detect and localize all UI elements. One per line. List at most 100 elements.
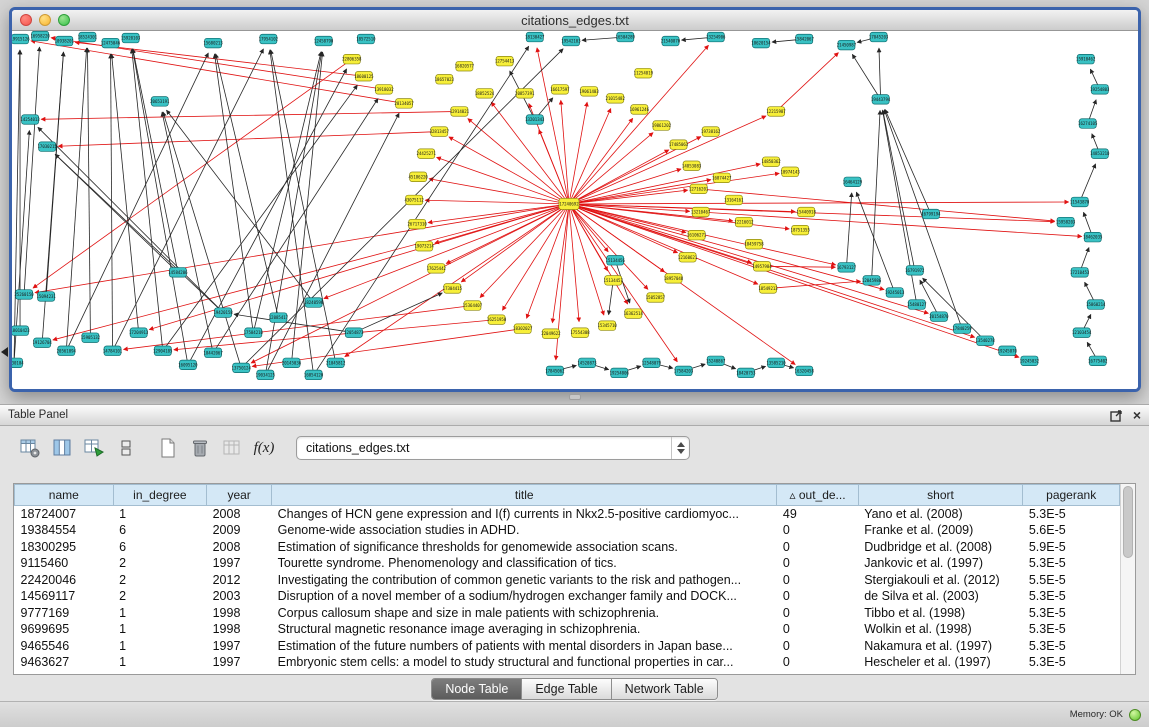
graph-node[interactable]: 16775402	[1088, 356, 1108, 366]
graph-node[interactable]: 15052857	[646, 293, 666, 303]
graph-node[interactable]: 20653191	[150, 97, 170, 107]
graph-edge[interactable]	[113, 49, 264, 351]
tab-edge-table[interactable]: Edge Table	[522, 679, 611, 699]
graph-node[interactable]: 13201343	[525, 115, 545, 125]
table-row[interactable]: 2242004622012Investigating the contribut…	[15, 572, 1120, 589]
graph-node[interactable]: 15345710	[598, 321, 618, 331]
graph-node[interactable]: 19861202	[652, 121, 672, 131]
graph-edge[interactable]	[354, 293, 442, 333]
graph-node[interactable]: 14784101	[103, 346, 123, 356]
graph-edge[interactable]	[428, 204, 569, 223]
graph-edge[interactable]	[58, 132, 439, 147]
graph-node[interactable]: 17485063	[669, 140, 689, 150]
graph-node[interactable]: 19126704	[32, 338, 52, 348]
graph-node[interactable]: 18462035	[1083, 232, 1103, 242]
graph-node[interactable]: 18524301	[78, 32, 98, 42]
graph-node[interactable]: 14584206	[168, 268, 188, 278]
graph-node[interactable]: 18620154	[751, 38, 771, 48]
table-row[interactable]: 911546021997Tourette syndrome. Phenomeno…	[15, 555, 1120, 572]
splitter-handle[interactable]	[569, 394, 581, 400]
graph-edge[interactable]	[437, 157, 569, 204]
graph-node[interactable]: 13918032	[374, 85, 394, 95]
graph-node[interactable]: 17840259	[952, 324, 972, 334]
graph-node[interactable]: 19738162	[701, 127, 721, 137]
graph-edge[interactable]	[569, 173, 779, 204]
graph-node[interactable]: 15094231	[37, 292, 57, 302]
graph-edge[interactable]	[569, 150, 669, 204]
graph-edge[interactable]	[872, 110, 880, 280]
graph-node[interactable]: 28134057	[394, 99, 414, 109]
graph-node[interactable]: 12045986	[862, 276, 882, 286]
zoom-window-button[interactable]	[58, 14, 70, 26]
column-header[interactable]: ▵ out_de...	[777, 485, 858, 506]
graph-node[interactable]: 16251950	[487, 315, 507, 325]
graph-node[interactable]: 18751355	[791, 225, 811, 235]
graph-node[interactable]: 16274105	[1078, 119, 1098, 129]
graph-node[interactable]: 20857391	[515, 89, 535, 99]
graph-node[interactable]: 16874427	[712, 173, 732, 183]
graph-node[interactable]: 12754413	[495, 56, 515, 66]
graph-edge[interactable]	[569, 202, 1069, 204]
graph-node[interactable]: 43075112	[404, 195, 424, 205]
graph-node[interactable]: 12904185	[153, 346, 173, 356]
graph-node[interactable]: 17554308	[570, 328, 590, 338]
graph-node[interactable]: 12914021	[450, 107, 470, 117]
table-row[interactable]: 969969511998Structural magnetic resonanc…	[15, 621, 1120, 638]
graph-edge[interactable]	[920, 280, 939, 316]
graph-edge[interactable]	[539, 130, 569, 204]
graph-node[interactable]: 17030215	[38, 142, 58, 152]
graph-node[interactable]: 17845062	[545, 366, 565, 376]
show-columns-icon[interactable]	[48, 435, 76, 461]
graph-edge[interactable]	[569, 204, 758, 284]
graph-node[interactable]: 16958220	[30, 31, 50, 41]
graph-node[interactable]: 12103454	[1072, 328, 1092, 338]
graph-node[interactable]: 16464129	[843, 177, 863, 187]
graph-node[interactable]: 15134456	[606, 256, 626, 266]
graph-node[interactable]: 19245032	[1020, 356, 1040, 366]
graph-node[interactable]: 18130427	[525, 32, 545, 42]
graph-edge[interactable]	[569, 204, 579, 322]
graph-edge[interactable]	[133, 49, 178, 272]
graph-edge[interactable]	[852, 54, 880, 99]
graph-node[interactable]: 11543870	[1070, 197, 1090, 207]
graph-node[interactable]: 18657023	[435, 74, 455, 84]
graph-edge[interactable]	[425, 200, 569, 204]
graph-node[interactable]: 16504289	[616, 32, 636, 42]
graph-edge[interactable]	[1080, 164, 1096, 202]
table-scrollbar-thumb[interactable]	[1123, 486, 1133, 558]
graph-node[interactable]: 15910462	[1076, 54, 1096, 64]
delete-table-icon[interactable]	[186, 435, 214, 461]
table-row[interactable]: 977716911998Corpus callosum shape and si…	[15, 605, 1120, 622]
graph-node[interactable]: 21450987	[837, 40, 857, 50]
graph-edge[interactable]	[480, 204, 569, 298]
graph-edge[interactable]	[776, 53, 838, 112]
graph-edge[interactable]	[174, 320, 497, 350]
graph-node[interactable]: 17204913	[129, 328, 149, 338]
column-header[interactable]: name	[15, 485, 114, 506]
graph-node[interactable]: 16106271	[687, 230, 707, 240]
graph-edge[interactable]	[569, 190, 688, 204]
graph-node[interactable]: 15134457	[604, 276, 624, 286]
graph-node[interactable]: 17625442	[427, 264, 447, 274]
graph-node[interactable]: 17240692	[559, 198, 579, 209]
graph-node[interactable]: 20145036	[282, 358, 302, 368]
graph-node[interactable]: 16095120	[178, 360, 198, 370]
table-row[interactable]: 946554611997Estimation of the future num…	[15, 638, 1120, 655]
graph-node[interactable]: 12160621	[678, 252, 698, 262]
graph-node[interactable]: 15905132	[81, 333, 101, 343]
graph-node[interactable]: 19254803	[1090, 85, 1110, 95]
merge-table-icon[interactable]	[218, 435, 246, 461]
graph-node[interactable]: 18852524	[475, 89, 495, 99]
graph-edge[interactable]	[561, 100, 569, 204]
network-graph[interactable]: 1724069218852524129140213281345724425271…	[12, 31, 1138, 389]
table-scrollbar[interactable]	[1120, 484, 1135, 674]
graph-node[interactable]: 13585210	[766, 358, 786, 368]
graph-node[interactable]: 14520873	[577, 358, 597, 368]
graph-node[interactable]: 19245013	[885, 288, 905, 298]
graph-node[interactable]: 12085417	[269, 313, 289, 323]
graph-node[interactable]: 19034125	[256, 370, 276, 380]
graph-node[interactable]: 15860214	[1086, 300, 1106, 310]
column-header[interactable]: in_degree	[113, 485, 207, 506]
graph-node[interactable]: 21540870	[661, 36, 681, 46]
column-header[interactable]: year	[207, 485, 272, 506]
